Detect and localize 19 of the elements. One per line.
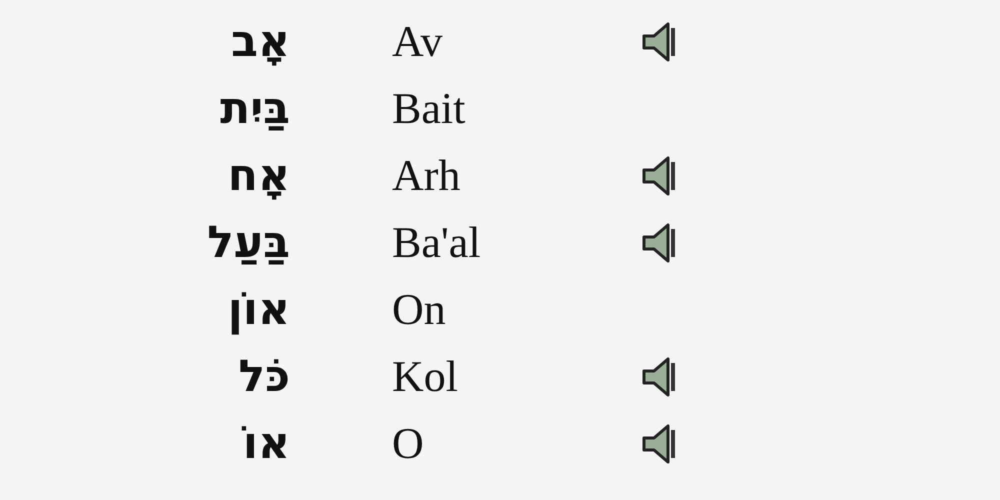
- transliteration: Kol: [392, 350, 459, 402]
- transliteration: O: [392, 418, 425, 470]
- hebrew-word: אָב: [230, 14, 290, 68]
- speaker-icon[interactable]: [642, 156, 678, 196]
- hebrew-word: כֹּל: [237, 350, 290, 404]
- speaker-icon[interactable]: [642, 22, 678, 62]
- speaker-icon[interactable]: [642, 222, 678, 262]
- transliteration: Arh: [392, 150, 462, 202]
- transliteration: Bait: [392, 82, 466, 134]
- speaker-icon[interactable]: [642, 424, 678, 464]
- transliteration: Av: [392, 16, 444, 68]
- hebrew-word: אָח: [226, 148, 290, 202]
- transliteration: On: [392, 284, 447, 336]
- hebrew-word: אוֹן: [226, 282, 290, 337]
- transliteration: Ba'al: [392, 216, 482, 268]
- hebrew-word: בַּיִת: [219, 82, 290, 136]
- hebrew-word: בַּעַל: [206, 216, 290, 270]
- hebrew-word: אוֹ: [240, 416, 290, 470]
- speaker-icon[interactable]: [642, 356, 678, 396]
